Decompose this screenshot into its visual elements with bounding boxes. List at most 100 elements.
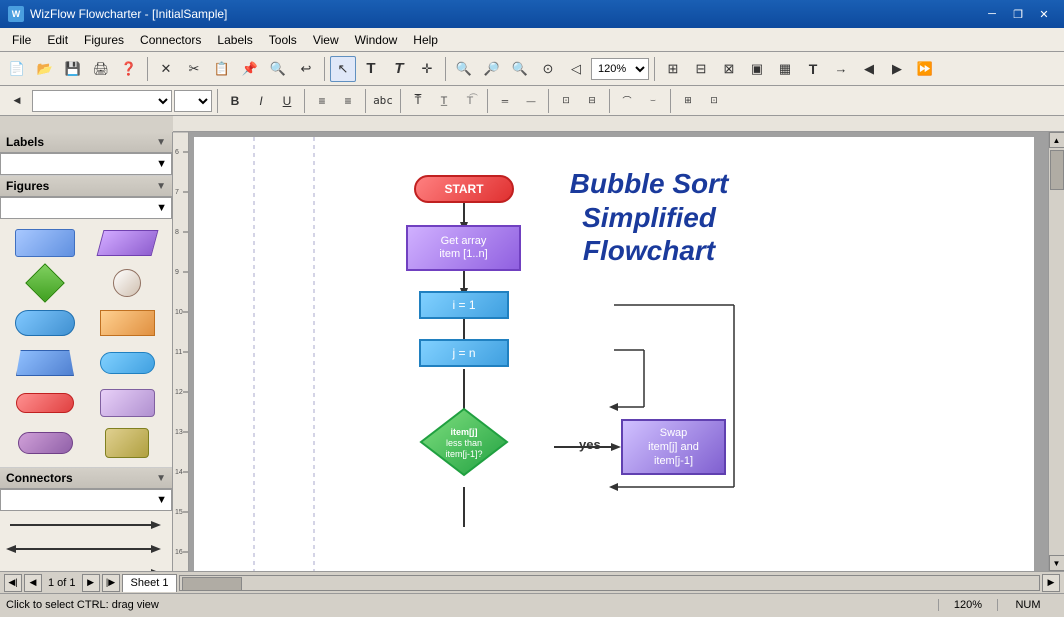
line-style1[interactable]: ═ (493, 90, 517, 112)
align-center-button[interactable]: ≡ (336, 90, 360, 112)
decision-shape[interactable]: item[j] less than item[j-1]? (419, 407, 509, 477)
start-shape[interactable]: START (414, 175, 514, 203)
text3-button[interactable]: T (800, 56, 826, 82)
zoom-in-button[interactable]: 🔎 (479, 56, 505, 82)
close-button[interactable]: ✕ (1032, 4, 1056, 24)
prev-button[interactable]: ◀ (856, 56, 882, 82)
scroll-down-button[interactable]: ▼ (1049, 555, 1064, 571)
page-next-button[interactable]: ▶ (82, 574, 100, 592)
menu-view[interactable]: View (305, 31, 347, 49)
border-style2[interactable]: ⊟ (580, 90, 604, 112)
figures-dropdown[interactable]: ▼ (0, 197, 172, 219)
menu-edit[interactable]: Edit (39, 31, 76, 49)
hscroll-thumb[interactable] (182, 577, 242, 591)
text-style2[interactable]: T̲ (432, 90, 456, 112)
bold-button[interactable]: B (223, 90, 247, 112)
find-button[interactable]: 🔍 (265, 56, 291, 82)
zoom-reset-button[interactable]: ⊙ (535, 56, 561, 82)
layers-button[interactable]: ⊠ (716, 56, 742, 82)
menu-window[interactable]: Window (347, 31, 406, 49)
shape-oval-blue[interactable] (88, 345, 166, 381)
end-button[interactable]: ⏩ (912, 56, 938, 82)
border-style1[interactable]: ⊡ (554, 90, 578, 112)
connector-arrow-right[interactable] (6, 515, 166, 535)
vertical-scrollbar[interactable]: ▲ ▼ (1048, 132, 1064, 571)
page-last-button[interactable]: |▶ (102, 574, 120, 592)
connector-simple-right[interactable] (6, 563, 166, 571)
misc-btn2[interactable]: ⊡ (702, 90, 726, 112)
font-family-select[interactable] (32, 90, 172, 112)
style1-button[interactable]: ▣ (744, 56, 770, 82)
shape-purple-pill[interactable] (6, 425, 84, 461)
select-button[interactable]: ↖ (330, 56, 356, 82)
hscroll-right-button[interactable]: ▶ (1042, 574, 1060, 592)
print-button[interactable]: 🖨 (88, 56, 114, 82)
text-style3[interactable]: T͡ (458, 90, 482, 112)
scroll-track-v[interactable] (1049, 148, 1064, 555)
italic-button[interactable]: I (249, 90, 273, 112)
arrow-right-button[interactable]: → (828, 56, 854, 82)
grid-button[interactable]: ⊞ (660, 56, 686, 82)
align-left-button[interactable]: ≡ (310, 90, 334, 112)
text2-button[interactable]: T (386, 56, 412, 82)
shape-circle[interactable] (88, 265, 166, 301)
align-button[interactable]: ⊟ (688, 56, 714, 82)
open-button[interactable]: 📂 (32, 56, 58, 82)
shape-cylinder[interactable] (88, 425, 166, 461)
misc-btn1[interactable]: ⊞ (676, 90, 700, 112)
labels-header[interactable]: Labels ▼ (0, 132, 172, 153)
menu-help[interactable]: Help (405, 31, 446, 49)
sheet-tab[interactable]: Sheet 1 (122, 574, 178, 592)
zoom-prev-button[interactable]: ◁ (563, 56, 589, 82)
help-button[interactable]: ❓ (116, 56, 142, 82)
font-size-select[interactable] (174, 90, 212, 112)
shape-rect-blue[interactable] (6, 225, 84, 261)
scroll-thumb-v[interactable] (1050, 150, 1064, 190)
restore-button[interactable]: ❐ (1006, 4, 1030, 24)
text-style1[interactable]: T̄ (406, 90, 430, 112)
menu-connectors[interactable]: Connectors (132, 31, 209, 49)
page-prev-button[interactable]: ◀ (24, 574, 42, 592)
undo-button[interactable]: ↩ (293, 56, 319, 82)
shape-trapezoid[interactable] (6, 345, 84, 381)
fmt-nav1[interactable]: ◀ (4, 88, 30, 114)
shape-orange[interactable] (88, 305, 166, 341)
minimize-button[interactable]: ─ (980, 4, 1004, 24)
connector-style1[interactable]: ⌒ (615, 90, 639, 112)
zoom-fit-button[interactable]: 🔍 (451, 56, 477, 82)
menu-labels[interactable]: Labels (209, 31, 260, 49)
line-style2[interactable]: — (519, 90, 543, 112)
underline-button[interactable]: U (275, 90, 299, 112)
copy-button[interactable]: 📋 (209, 56, 235, 82)
labels-dropdown[interactable]: ▼ (0, 153, 172, 175)
canvas-area[interactable]: Bubble Sort Simplified Flowchart (189, 132, 1048, 571)
horizontal-scrollbar[interactable] (179, 575, 1040, 591)
new-button[interactable]: 📄 (4, 56, 30, 82)
style2-button[interactable]: ▦ (772, 56, 798, 82)
zoom-select[interactable]: 50%75%100%120%150%200% (591, 58, 649, 80)
font-color-button[interactable]: abc (371, 90, 395, 112)
text-button[interactable]: T (358, 56, 384, 82)
process-i-equals-1[interactable]: i = 1 (419, 291, 509, 319)
connector-style2[interactable]: ⌣ (641, 90, 665, 112)
connectors-header[interactable]: Connectors ▼ (0, 468, 172, 489)
zoom-out-button[interactable]: 🔍 (507, 56, 533, 82)
cut-button[interactable]: ✂ (181, 56, 207, 82)
process-j-equals-n[interactable]: j = n (419, 339, 509, 367)
menu-file[interactable]: File (4, 31, 39, 49)
connector-double-arrow[interactable] (6, 539, 166, 559)
delete-button[interactable]: ✕ (153, 56, 179, 82)
page-first-button[interactable]: ◀| (4, 574, 22, 592)
figures-header[interactable]: Figures ▼ (0, 176, 172, 197)
shape-pill-red[interactable] (6, 385, 84, 421)
next-button[interactable]: ▶ (884, 56, 910, 82)
save-button[interactable]: 💾 (60, 56, 86, 82)
process-get-array[interactable]: Get arrayitem [1..n] (406, 225, 521, 271)
paste-button[interactable]: 📌 (237, 56, 263, 82)
menu-tools[interactable]: Tools (261, 31, 305, 49)
scroll-up-button[interactable]: ▲ (1049, 132, 1064, 148)
menu-figures[interactable]: Figures (76, 31, 132, 49)
shape-glossy[interactable] (88, 385, 166, 421)
process-swap[interactable]: Swapitem[j] anditem[j-1] (621, 419, 726, 475)
shape-parallelogram[interactable] (88, 225, 166, 261)
